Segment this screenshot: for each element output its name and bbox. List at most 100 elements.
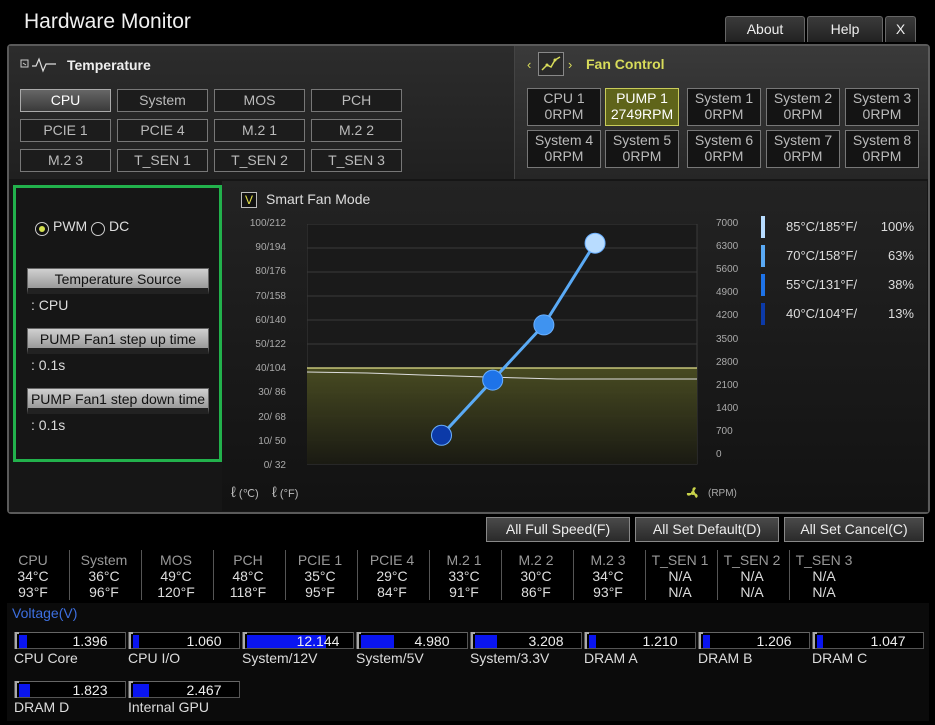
about-button[interactable]: About xyxy=(725,16,805,42)
curve-point[interactable] xyxy=(431,424,452,446)
all-set-cancel-button[interactable]: All Set Cancel(C) xyxy=(784,517,924,542)
all-full-speed-button[interactable]: All Full Speed(F) xyxy=(486,517,630,542)
temp-readout-name: CPU xyxy=(18,552,48,568)
y-tick-right: 4900 xyxy=(716,287,739,299)
y-tick-right: 0 xyxy=(716,449,722,460)
temp-readout-m-2-3: M.2 3 34°C 93°F xyxy=(573,552,643,600)
celsius-unit-label: (℃) xyxy=(238,488,259,500)
fahrenheit-unit[interactable]: ℓ (°F) xyxy=(272,484,298,501)
curve-point[interactable] xyxy=(584,232,606,254)
column-divider xyxy=(429,550,430,600)
voltage-value: 1.823 xyxy=(72,682,108,698)
temp-readout-m-2-1: M.2 1 33°C 91°F xyxy=(429,552,499,600)
fan-tab-system-5[interactable]: System 5 0RPM xyxy=(605,130,679,168)
y-tick-right: 700 xyxy=(716,425,733,437)
fan-curve-icon xyxy=(538,52,564,76)
tab-temp-m-2-1[interactable]: M.2 1 xyxy=(214,119,305,142)
fan-tab-name: System 3 xyxy=(852,90,912,106)
fan-tab-system-7[interactable]: System 7 0RPM xyxy=(766,130,840,168)
smart-fan-checkbox[interactable]: V xyxy=(241,192,257,208)
voltage-bar: 1.210 xyxy=(584,632,696,649)
column-divider xyxy=(789,550,790,600)
fan-control-header: Fan Control xyxy=(586,56,665,72)
tab-temp-pcie-1[interactable]: PCIE 1 xyxy=(20,119,111,142)
voltage-bar-fill xyxy=(817,635,824,648)
step-down-time-value: : 0.1s xyxy=(31,417,66,433)
help-button[interactable]: Help xyxy=(807,16,883,42)
temperature-icon xyxy=(20,56,58,74)
tab-temp-t-sen-2[interactable]: T_SEN 2 xyxy=(214,149,305,172)
fan-tab-name: System 1 xyxy=(694,90,754,106)
legend-pct: 38% xyxy=(887,277,914,292)
fan-tab-name: System 8 xyxy=(852,132,912,148)
voltage-name: DRAM A xyxy=(584,650,638,666)
fan-tab-name: CPU 1 xyxy=(543,90,585,106)
fan-tab-rpm: 0RPM xyxy=(704,106,744,122)
dc-radio[interactable] xyxy=(91,222,105,236)
curve-point[interactable] xyxy=(533,314,555,336)
fan-tab-system-6[interactable]: System 6 0RPM xyxy=(687,130,761,168)
step-up-time-button[interactable]: PUMP Fan1 step up time xyxy=(27,328,209,354)
fan-tab-system-1[interactable]: System 1 0RPM xyxy=(687,88,761,126)
voltage-name: DRAM D xyxy=(14,699,70,715)
y-tick-left: 50/122 xyxy=(255,339,286,350)
column-divider xyxy=(141,550,142,600)
fan-tab-name: System 2 xyxy=(773,90,833,106)
tab-temp-mos[interactable]: MOS xyxy=(214,89,305,112)
fan-tab-cpu-1[interactable]: CPU 1 0RPM xyxy=(527,88,601,126)
voltage-name: System/3.3V xyxy=(470,650,550,666)
chevron-right-icon[interactable]: › xyxy=(568,57,572,72)
fan-tab-system-2[interactable]: System 2 0RPM xyxy=(766,88,840,126)
close-button[interactable]: X xyxy=(885,16,916,42)
voltage-bar-fill xyxy=(133,635,140,648)
tab-temp-t-sen-1[interactable]: T_SEN 1 xyxy=(117,149,208,172)
voltage-name: System/5V xyxy=(356,650,424,666)
curve-point[interactable] xyxy=(482,369,504,391)
tab-temp-cpu[interactable]: CPU xyxy=(20,89,111,112)
voltage-bar: 2.467 xyxy=(128,681,240,698)
voltage-value: 1.206 xyxy=(756,633,792,649)
temp-readout-cpu: CPU 34°C 93°F xyxy=(0,552,68,600)
temp-readout-f: 91°F xyxy=(449,584,479,600)
column-divider xyxy=(213,550,214,600)
fan-tab-system-3[interactable]: System 3 0RPM xyxy=(845,88,919,126)
all-set-default-button[interactable]: All Set Default(D) xyxy=(635,517,779,542)
temp-readout-pcie-4: PCIE 4 29°C 84°F xyxy=(357,552,427,600)
voltage-bar-fill xyxy=(589,635,597,648)
rpm-unit: (RPM) xyxy=(708,488,737,499)
y-tick-left: 100/212 xyxy=(249,218,286,229)
tab-temp-pch[interactable]: PCH xyxy=(311,89,402,112)
app-title: Hardware Monitor xyxy=(24,10,191,33)
tab-temp-system[interactable]: System xyxy=(117,89,208,112)
voltage-bar: 1.047 xyxy=(812,632,924,649)
fan-tab-rpm: 0RPM xyxy=(544,106,584,122)
temp-readout-f: 86°F xyxy=(521,584,551,600)
step-down-time-button[interactable]: PUMP Fan1 step down time xyxy=(27,388,209,414)
fan-tab-system-4[interactable]: System 4 0RPM xyxy=(527,130,601,168)
tab-temp-m-2-3[interactable]: M.2 3 xyxy=(20,149,111,172)
fan-tab-rpm: 2749RPM xyxy=(610,106,674,122)
celsius-unit[interactable]: ℓ (℃) xyxy=(231,484,259,501)
legend-color-bar xyxy=(761,303,765,325)
chevron-left-icon[interactable]: ‹ xyxy=(527,57,531,72)
fan-curve-chart[interactable] xyxy=(307,224,699,466)
y-tick-left: 40/104 xyxy=(255,363,286,375)
temp-readout-f: N/A xyxy=(812,584,836,600)
temp-readout-c: 49°C xyxy=(160,568,192,584)
temp-readout-f: N/A xyxy=(668,584,692,600)
y-tick-right: 2800 xyxy=(716,356,739,368)
tab-temp-pcie-4[interactable]: PCIE 4 xyxy=(117,119,208,142)
voltage-value: 2.467 xyxy=(186,682,222,698)
temp-readout-c: 30°C xyxy=(520,568,552,584)
fan-tab-pump-1[interactable]: PUMP 1 2749RPM xyxy=(605,88,679,126)
fan-tab-system-8[interactable]: System 8 0RPM xyxy=(845,130,919,168)
thermometer-icon: ℓ xyxy=(272,484,277,501)
tab-temp-m-2-2[interactable]: M.2 2 xyxy=(311,119,402,142)
tab-temp-t-sen-3[interactable]: T_SEN 3 xyxy=(311,149,402,172)
temp-readout-name: T_SEN 3 xyxy=(795,552,853,568)
voltage-value: 3.208 xyxy=(528,633,564,649)
pwm-radio[interactable] xyxy=(35,222,49,236)
column-divider xyxy=(285,550,286,600)
y-tick-left: 10/ 50 xyxy=(258,435,286,447)
temperature-source-button[interactable]: Temperature Source xyxy=(27,268,209,294)
